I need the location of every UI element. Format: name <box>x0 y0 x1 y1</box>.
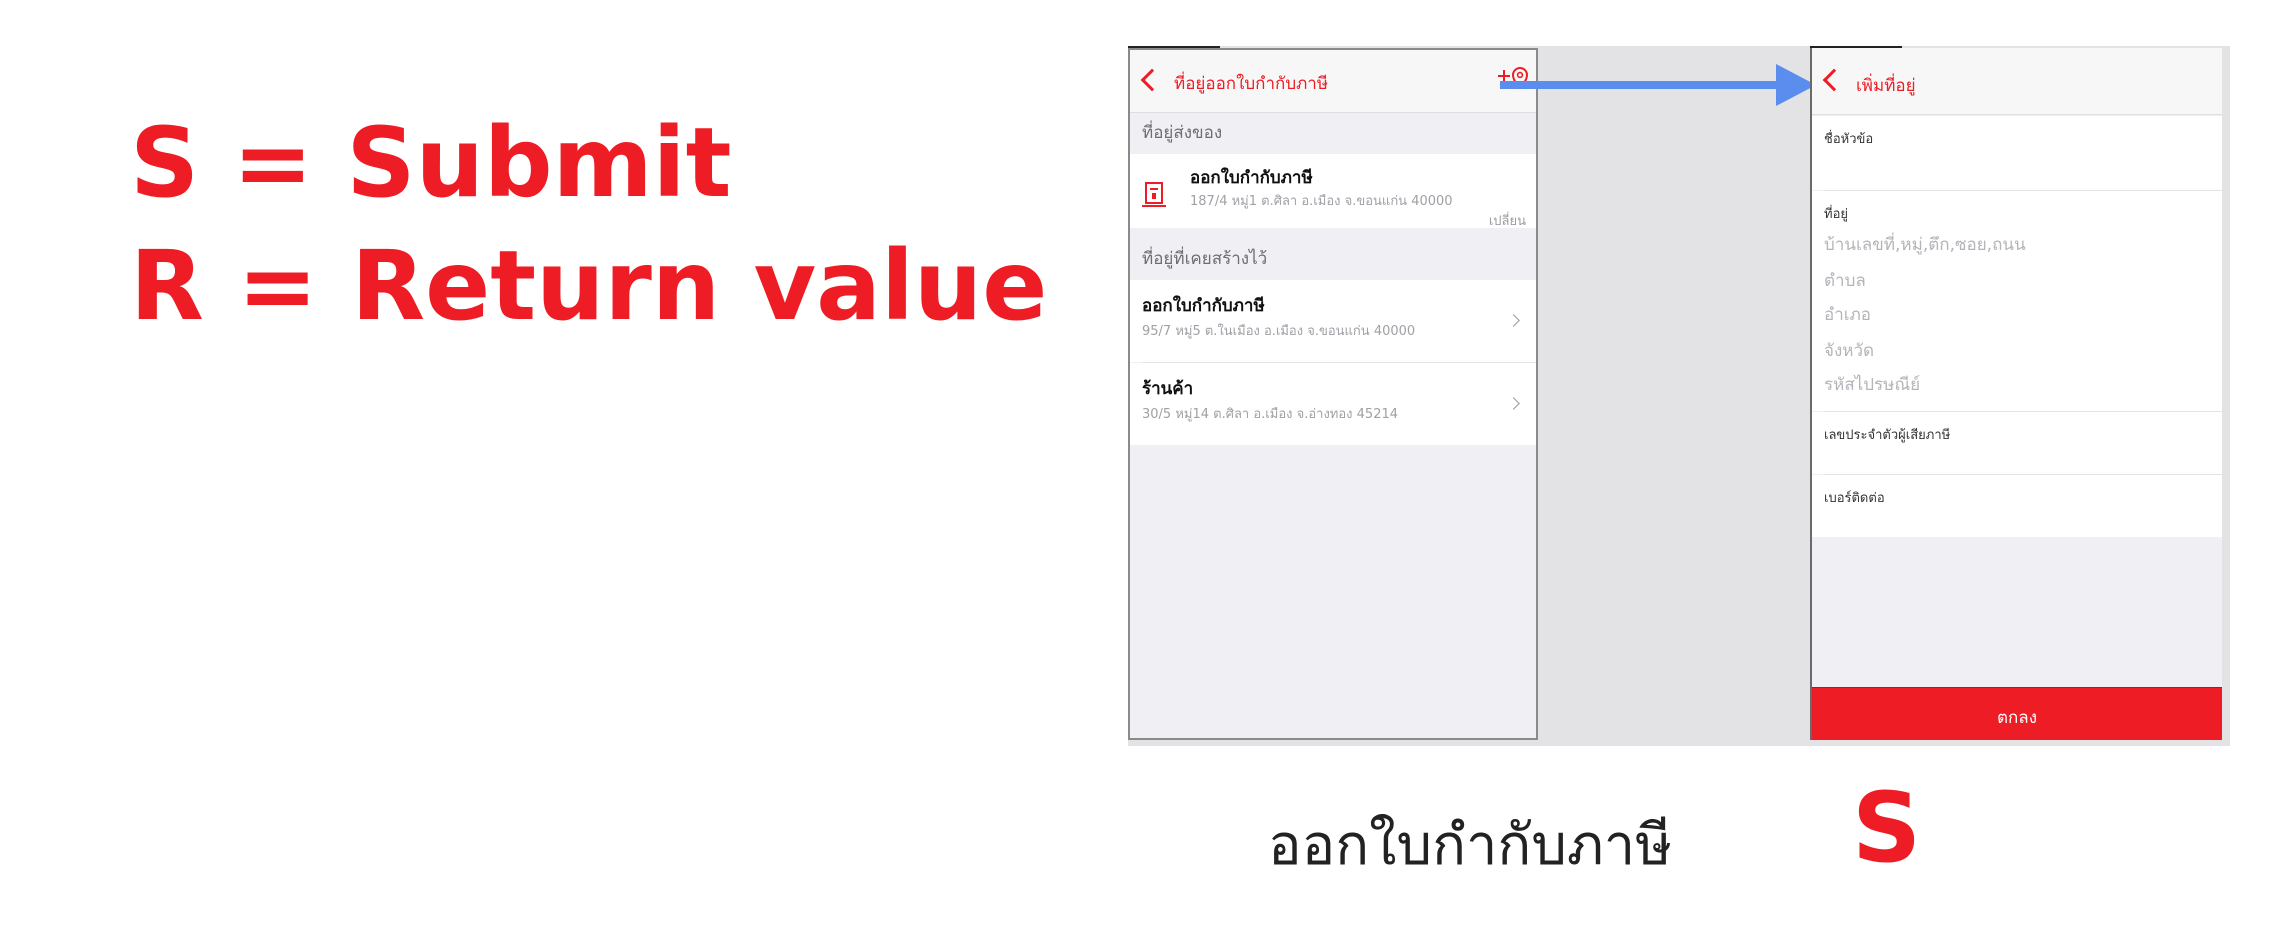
left-navbar: ที่อยู่ออกใบกำกับภาษี <box>1130 50 1536 113</box>
saved-address-item[interactable]: ร้านค้า 30/5 หมู่14 ต.ศิลา อ.เมือง จ.อ่า… <box>1130 363 1536 445</box>
saved-address-detail: 95/7 หมู่5 ต.ในเมือง อ.เมือง จ.ขอนแก่น 4… <box>1142 324 1416 339</box>
name-field[interactable]: ชื่อหัวข้อ <box>1812 116 2222 190</box>
taxid-field-label: เลขประจำตัวผู้เสียภาษี <box>1824 428 1951 443</box>
saved-address-title: ร้านค้า <box>1142 379 1194 399</box>
legend-return-value: R = Return value <box>130 230 1048 342</box>
right-screen-title: เพิ่มที่อยู่ <box>1856 76 1916 96</box>
section-header-saved: ที่อยู่ที่เคยสร้างไว้ <box>1142 249 1268 269</box>
name-field-label: ชื่อหัวข้อ <box>1824 132 1874 147</box>
back-chevron-icon[interactable] <box>1140 68 1164 92</box>
section-header-shipping: ที่อยู่ส่งของ <box>1142 123 1223 143</box>
saved-address-item[interactable]: ออกใบกำกับภาษี 95/7 หมู่5 ต.ในเมือง อ.เม… <box>1130 280 1536 362</box>
chevron-right-icon <box>1507 314 1520 327</box>
province-input[interactable]: จังหวัด <box>1824 337 1874 364</box>
submit-button-label: ตกลง <box>1996 708 2038 728</box>
change-address-link[interactable]: เปลี่ยน <box>1489 210 1526 231</box>
phone-field-label: เบอร์ติดต่อ <box>1824 491 1885 506</box>
subdistrict-input[interactable]: ตำบล <box>1824 267 1866 294</box>
postcode-input[interactable]: รหัสไปรษณีย์ <box>1824 371 1920 398</box>
phone-field[interactable]: เบอร์ติดต่อ <box>1812 475 2222 537</box>
navigation-arrow <box>1500 64 1816 106</box>
left-screen-caption: ออกใบกำกับภาษี <box>1268 813 1673 878</box>
legend-submit: S = Submit <box>130 107 732 219</box>
saved-address-title: ออกใบกำกับภาษี <box>1142 296 1265 316</box>
back-chevron-icon[interactable] <box>1822 68 1846 92</box>
add-address-screen: เพิ่มที่อยู่ ชื่อหัวข้อ ที่อยู่ บ้านเลขท… <box>1810 48 2222 740</box>
submit-marker: S <box>1852 772 1922 884</box>
right-navbar: เพิ่มที่อยู่ <box>1812 48 2222 115</box>
shipping-address-cell[interactable]: ออกใบกำกับภาษี 187/4 หมู่1 ต.ศิลา อ.เมือ… <box>1130 154 1536 231</box>
saved-address-detail: 30/5 หมู่14 ต.ศิลา อ.เมือง จ.อ่างทอง 452… <box>1142 407 1399 422</box>
address-group: ที่อยู่ บ้านเลขที่,หมู่,ตึก,ซอย,ถนน ตำบล… <box>1812 191 2222 411</box>
shipping-address-title: ออกใบกำกับภาษี <box>1190 168 1313 188</box>
district-input[interactable]: อำเภอ <box>1824 301 1871 328</box>
address-input[interactable]: บ้านเลขที่,หมู่,ตึก,ซอย,ถนน <box>1824 231 2026 258</box>
submit-button[interactable]: ตกลง <box>1812 687 2222 740</box>
address-label: ที่อยู่ <box>1824 207 1848 222</box>
shipping-address-detail: 187/4 หมู่1 ต.ศิลา อ.เมือง จ.ขอนแก่น 400… <box>1190 194 1453 209</box>
left-screen-title: ที่อยู่ออกใบกำกับภาษี <box>1174 74 1329 94</box>
receipt-icon <box>1142 182 1166 207</box>
tax-address-screen: ที่อยู่ออกใบกำกับภาษี ที่อยู่ส่งของ ออกใ… <box>1128 48 1538 740</box>
chevron-right-icon <box>1507 397 1520 410</box>
taxid-field[interactable]: เลขประจำตัวผู้เสียภาษี <box>1812 412 2222 474</box>
